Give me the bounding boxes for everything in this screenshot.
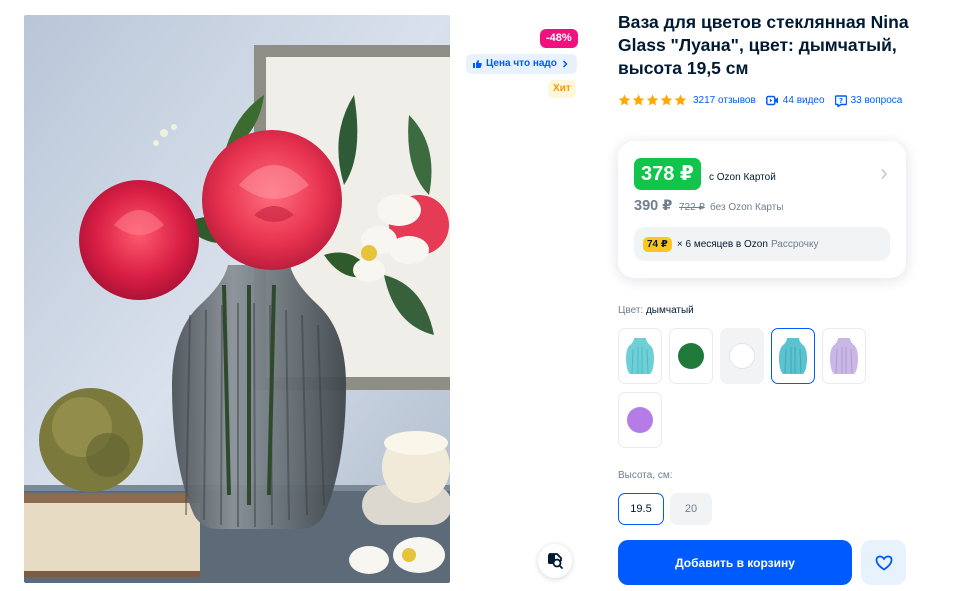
installment-amount: 74 ₽	[643, 236, 672, 252]
star-icon	[618, 94, 631, 106]
color-swatch-smoky[interactable]	[771, 328, 815, 384]
ozon-card-price: 378 ₽	[634, 158, 701, 190]
star-icon	[646, 94, 659, 106]
svg-text:?: ?	[839, 97, 843, 105]
product-photo-image	[24, 15, 450, 583]
favorite-button[interactable]	[861, 540, 906, 585]
regular-price: 390 ₽	[634, 198, 673, 214]
color-swatch-green[interactable]	[669, 328, 713, 384]
color-label: Цвет: дымчатый	[618, 305, 694, 316]
hit-badge: Хит	[548, 80, 576, 98]
product-photo[interactable]	[24, 15, 450, 583]
color-swatch-blue[interactable]	[618, 328, 662, 384]
star-icon	[632, 94, 645, 106]
color-swatch-white[interactable]	[720, 328, 764, 384]
color-dot-white	[729, 343, 755, 369]
star-icon	[674, 94, 687, 106]
installment-banner[interactable]: 74 ₽ × 6 месяцев в Ozon Рассрочку	[634, 227, 890, 261]
color-label-text: Цвет:	[618, 305, 644, 316]
vase-thumbnail-icon	[830, 338, 858, 374]
vase-thumbnail-icon	[779, 338, 807, 374]
ozon-card-price-caption: с Ozon Картой	[709, 172, 776, 183]
chevron-right-icon	[881, 169, 888, 179]
image-search-icon	[548, 553, 563, 569]
vase-thumbnail-icon	[626, 338, 654, 374]
height-option-20[interactable]: 20	[670, 493, 712, 525]
add-to-cart-button[interactable]: Добавить в корзину	[618, 540, 852, 585]
image-search-button[interactable]	[538, 544, 572, 578]
product-title: Ваза для цветов стеклянная Nina Glass "Л…	[618, 12, 909, 78]
reviews-link[interactable]: 3217 отзывов	[693, 95, 756, 106]
good-price-label: Цена что надо	[486, 58, 557, 69]
color-dot-green	[678, 343, 704, 369]
question-icon: ?	[834, 94, 847, 107]
color-swatch-purple[interactable]	[618, 392, 662, 448]
color-swatch-lilac[interactable]	[822, 328, 866, 384]
heart-icon	[875, 555, 892, 570]
chevron-right-icon	[562, 60, 568, 68]
rating-stars[interactable]	[618, 94, 687, 107]
thumbs-up-icon	[473, 60, 482, 68]
regular-price-caption: без Ozon Карты	[710, 202, 784, 213]
old-price: 722 ₽	[679, 202, 705, 213]
videos-link[interactable]: 44 видео	[765, 95, 825, 106]
questions-link[interactable]: ? 33 вопроса	[834, 94, 903, 107]
price-card[interactable]: 378 ₽ с Ozon Картой 390 ₽ 722 ₽ без Ozon…	[618, 141, 906, 278]
height-label: Высота, см:	[618, 470, 673, 481]
rating-row: 3217 отзывов 44 видео ? 33 вопроса	[618, 94, 912, 107]
installment-muted-text: Рассрочку	[770, 238, 819, 250]
color-dot-purple	[627, 407, 653, 433]
questions-label: 33 вопроса	[850, 95, 903, 106]
installment-text: × 6 месяцев в Ozon	[676, 238, 768, 250]
discount-badge: -48%	[540, 29, 578, 48]
videos-label: 44 видео	[782, 95, 825, 106]
video-icon	[765, 95, 778, 106]
color-value: дымчатый	[645, 305, 694, 316]
star-icon	[660, 94, 673, 106]
height-option-19-5[interactable]: 19.5	[618, 493, 664, 525]
good-price-badge[interactable]: Цена что надо	[466, 54, 577, 74]
